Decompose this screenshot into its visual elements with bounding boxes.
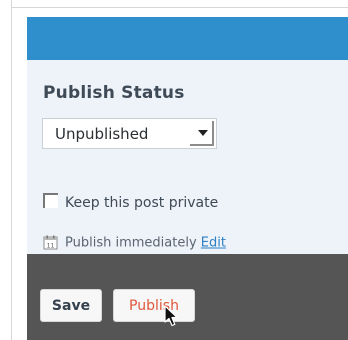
svg-text:11: 11 [47, 243, 55, 250]
top-divider [11, 7, 348, 8]
publish-time-row: 11 Publish immediately Edit [43, 233, 323, 253]
publish-panel: Publish Status Unpublished Keep this pos… [27, 17, 348, 340]
calendar-icon: 11 [43, 235, 58, 250]
panel-footer: Save Publish [27, 254, 348, 340]
status-select[interactable]: Unpublished [42, 118, 217, 149]
private-checkbox-label[interactable]: Keep this post private [65, 195, 218, 211]
status-select-value: Unpublished [55, 124, 149, 143]
publish-time-label: Publish immediately [65, 235, 197, 251]
left-divider [11, 0, 12, 340]
chevron-down-icon [198, 130, 208, 136]
private-option: Keep this post private [43, 193, 303, 213]
save-button-label: Save [51, 297, 91, 314]
publish-status-title: Publish Status [43, 83, 185, 103]
publish-button[interactable]: Publish [113, 289, 195, 322]
edit-publish-time-link[interactable]: Edit [201, 236, 226, 251]
select-dropdown-button[interactable] [190, 121, 214, 146]
save-button[interactable]: Save [40, 289, 102, 322]
panel-header [27, 17, 348, 60]
private-checkbox[interactable] [43, 193, 58, 208]
publish-time-text: Publish immediately Edit [65, 236, 226, 251]
publish-button-label: Publish [129, 297, 179, 314]
